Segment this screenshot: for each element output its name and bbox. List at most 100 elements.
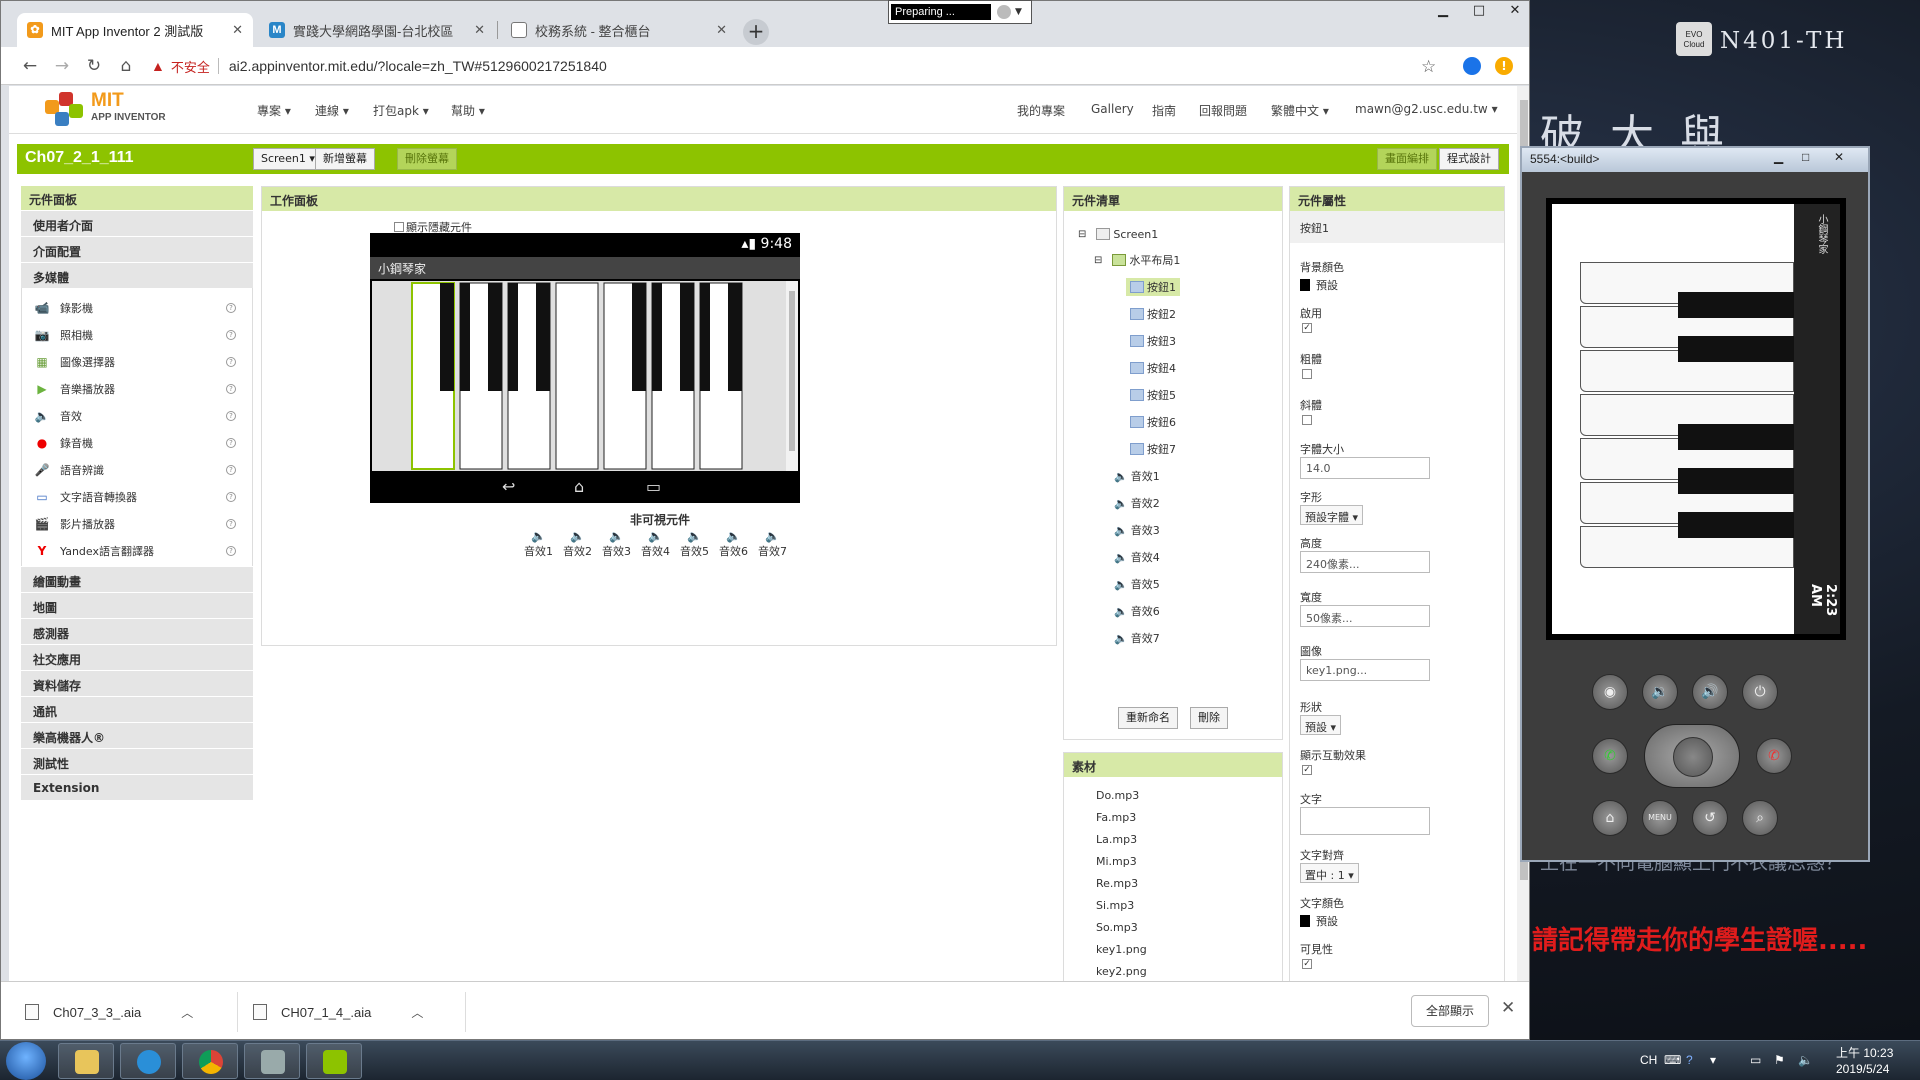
component-camera[interactable]: 📷 照相機? bbox=[22, 321, 252, 348]
tree-sound-6[interactable]: 🔈 音效6 bbox=[1114, 602, 1160, 620]
media-file[interactable]: Si.mp3 bbox=[1096, 895, 1282, 917]
show-all-downloads-button[interactable]: 全部顯示 bbox=[1411, 995, 1490, 1027]
help-icon[interactable]: ? bbox=[226, 302, 236, 313]
category-maps[interactable]: 地圖 bbox=[21, 592, 253, 618]
tree-screen[interactable]: ⊟ Screen1 bbox=[1078, 225, 1158, 243]
remove-screen-button[interactable]: 刪除螢幕 bbox=[397, 148, 457, 170]
volume-down-icon[interactable]: 🔉 bbox=[1642, 674, 1678, 710]
prop-bold-checkbox[interactable] bbox=[1302, 369, 1312, 379]
maximize-button[interactable]: □ bbox=[1461, 1, 1497, 21]
insecure-label[interactable]: 不安全 bbox=[171, 57, 210, 76]
component-player[interactable]: ▶ 音樂播放器? bbox=[22, 375, 252, 402]
help-icon[interactable]: ? bbox=[226, 518, 236, 529]
menu-connect[interactable]: 連線 ▾ bbox=[315, 102, 349, 119]
tree-button-7[interactable]: 按鈕7 bbox=[1130, 440, 1176, 458]
category-connectivity[interactable]: 通訊 bbox=[21, 696, 253, 722]
tree-sound-7[interactable]: 🔈 音效7 bbox=[1114, 629, 1160, 647]
back-icon[interactable]: ← bbox=[19, 55, 41, 77]
category-layout[interactable]: 介面配置 bbox=[21, 236, 253, 262]
menu-guide[interactable]: 指南 bbox=[1152, 102, 1176, 119]
nonvisible-sound[interactable]: 🔈 音效4 bbox=[639, 529, 672, 559]
menu-help[interactable]: 幫助 ▾ bbox=[451, 102, 485, 119]
forward-icon[interactable]: → bbox=[51, 55, 73, 77]
prop-align-dropdown[interactable]: 置中 : 1 ▾ bbox=[1300, 863, 1359, 883]
category-storage[interactable]: 資料儲存 bbox=[21, 670, 253, 696]
search-icon[interactable]: ⌕ bbox=[1742, 800, 1778, 836]
power-icon[interactable]: ⏻ bbox=[1742, 674, 1778, 710]
minimize-button[interactable]: ▁ bbox=[1774, 150, 1783, 164]
prop-enabled-checkbox[interactable]: ✓ bbox=[1302, 323, 1312, 333]
tree-button-3[interactable]: 按鈕3 bbox=[1130, 332, 1176, 350]
component-camcorder[interactable]: 📹 錄影機? bbox=[22, 294, 252, 321]
help-icon[interactable]: ? bbox=[226, 545, 236, 556]
help-icon[interactable]: ? bbox=[226, 437, 236, 448]
chevron-down-icon[interactable]: ▼ bbox=[1015, 7, 1022, 17]
category-media[interactable]: 多媒體 bbox=[21, 262, 253, 288]
close-icon[interactable]: ✕ bbox=[232, 22, 243, 38]
help-icon[interactable]: ? bbox=[226, 383, 236, 394]
home-icon[interactable]: ⌂ bbox=[115, 55, 137, 77]
blocks-button[interactable]: 程式設計 bbox=[1439, 148, 1499, 170]
download-item[interactable]: Ch07_3_3_.aia ︿ bbox=[25, 994, 193, 1030]
tree-button-6[interactable]: 按鈕6 bbox=[1130, 413, 1176, 431]
tab-app-inventor[interactable]: ✿ MIT App Inventor 2 測試版 ✕ bbox=[17, 13, 253, 47]
volume-up-icon[interactable]: 🔊 bbox=[1692, 674, 1728, 710]
media-file[interactable]: key1.png bbox=[1096, 939, 1282, 961]
media-file[interactable]: Mi.mp3 bbox=[1096, 851, 1282, 873]
keyboard-icon[interactable]: ⌨ bbox=[1664, 1053, 1681, 1067]
taskbar-time[interactable]: 上午 10:23 bbox=[1836, 1044, 1893, 1061]
nonvisible-sound[interactable]: 🔈 音效3 bbox=[600, 529, 633, 559]
nonvisible-sound[interactable]: 🔈 音效2 bbox=[561, 529, 594, 559]
menu-my-projects[interactable]: 我的專案 bbox=[1017, 102, 1065, 119]
help-icon[interactable]: ? bbox=[226, 329, 236, 340]
back-icon[interactable]: ↺ bbox=[1692, 800, 1728, 836]
close-icon[interactable]: ✕ bbox=[1501, 998, 1515, 1018]
delete-button[interactable]: 刪除 bbox=[1190, 707, 1228, 729]
tree-button-4[interactable]: 按鈕4 bbox=[1130, 359, 1176, 377]
tree-sound-5[interactable]: 🔈 音效5 bbox=[1114, 575, 1160, 593]
menu-project[interactable]: 專案 ▾ bbox=[257, 102, 291, 119]
end-call-icon[interactable]: ✆ bbox=[1756, 738, 1792, 774]
bookmark-star-icon[interactable]: ☆ bbox=[1421, 57, 1436, 77]
tree-sound-1[interactable]: 🔈 音效1 bbox=[1114, 467, 1160, 485]
category-social[interactable]: 社交應用 bbox=[21, 644, 253, 670]
rename-button[interactable]: 重新命名 bbox=[1118, 707, 1178, 729]
window-close-button[interactable]: ✕ bbox=[1834, 150, 1844, 164]
maximize-button[interactable]: □ bbox=[1802, 150, 1809, 164]
prop-text-input[interactable] bbox=[1300, 807, 1430, 835]
menu-build[interactable]: 打包apk ▾ bbox=[373, 102, 429, 119]
media-file[interactable]: Do.mp3 bbox=[1096, 785, 1282, 807]
window-close-button[interactable]: ✕ bbox=[1497, 1, 1529, 21]
help-icon[interactable]: ? bbox=[226, 491, 236, 502]
volume-icon[interactable]: 🔈 bbox=[1798, 1053, 1813, 1067]
collapse-icon[interactable]: ⊟ bbox=[1078, 229, 1086, 240]
tree-sound-2[interactable]: 🔈 音效2 bbox=[1114, 494, 1160, 512]
component-recorder[interactable]: ● 錄音機? bbox=[22, 429, 252, 456]
input-language[interactable]: CH bbox=[1640, 1053, 1657, 1067]
prop-font-dropdown[interactable]: 預設字體 ▾ bbox=[1300, 505, 1364, 525]
taskbar-explorer[interactable] bbox=[58, 1043, 114, 1079]
menu-account[interactable]: mawn@g2.usc.edu.tw ▾ bbox=[1355, 102, 1498, 116]
address-bar[interactable]: ▲ 不安全 ai2.appinventor.mit.edu/?locale=zh… bbox=[151, 53, 1451, 79]
chevron-up-icon[interactable]: ︿ bbox=[411, 1004, 423, 1021]
component-yandex[interactable]: Y Yandex語言翻譯器? bbox=[22, 537, 252, 564]
screen-select[interactable]: Screen1 ▾ bbox=[253, 148, 323, 170]
collapse-icon[interactable]: ⊟ bbox=[1094, 255, 1102, 266]
tree-arrangement[interactable]: ⊟ 水平布局1 bbox=[1094, 251, 1180, 269]
designer-button[interactable]: 畫面編排 bbox=[1377, 148, 1437, 170]
prop-width-input[interactable]: 50像素... bbox=[1300, 605, 1430, 627]
dpad-center-button[interactable] bbox=[1673, 737, 1713, 777]
category-drawing[interactable]: 繪圖動畫 bbox=[21, 566, 253, 592]
media-file[interactable]: So.mp3 bbox=[1096, 917, 1282, 939]
component-speech-recognizer[interactable]: 🎤 語音辨識? bbox=[22, 456, 252, 483]
nonvisible-sound[interactable]: 🔈 音效5 bbox=[678, 529, 711, 559]
minimize-button[interactable]: ▁ bbox=[1425, 1, 1461, 21]
taskbar-android[interactable] bbox=[306, 1043, 362, 1079]
prop-visible-checkbox[interactable]: ✓ bbox=[1302, 959, 1312, 969]
prop-shape-dropdown[interactable]: 預設 ▾ bbox=[1300, 715, 1342, 735]
tree-sound-3[interactable]: 🔈 音效3 bbox=[1114, 521, 1160, 539]
camera-icon[interactable]: ◉ bbox=[1592, 674, 1628, 710]
media-file[interactable]: Re.mp3 bbox=[1096, 873, 1282, 895]
media-file[interactable]: La.mp3 bbox=[1096, 829, 1282, 851]
media-file[interactable]: Fa.mp3 bbox=[1096, 807, 1282, 829]
